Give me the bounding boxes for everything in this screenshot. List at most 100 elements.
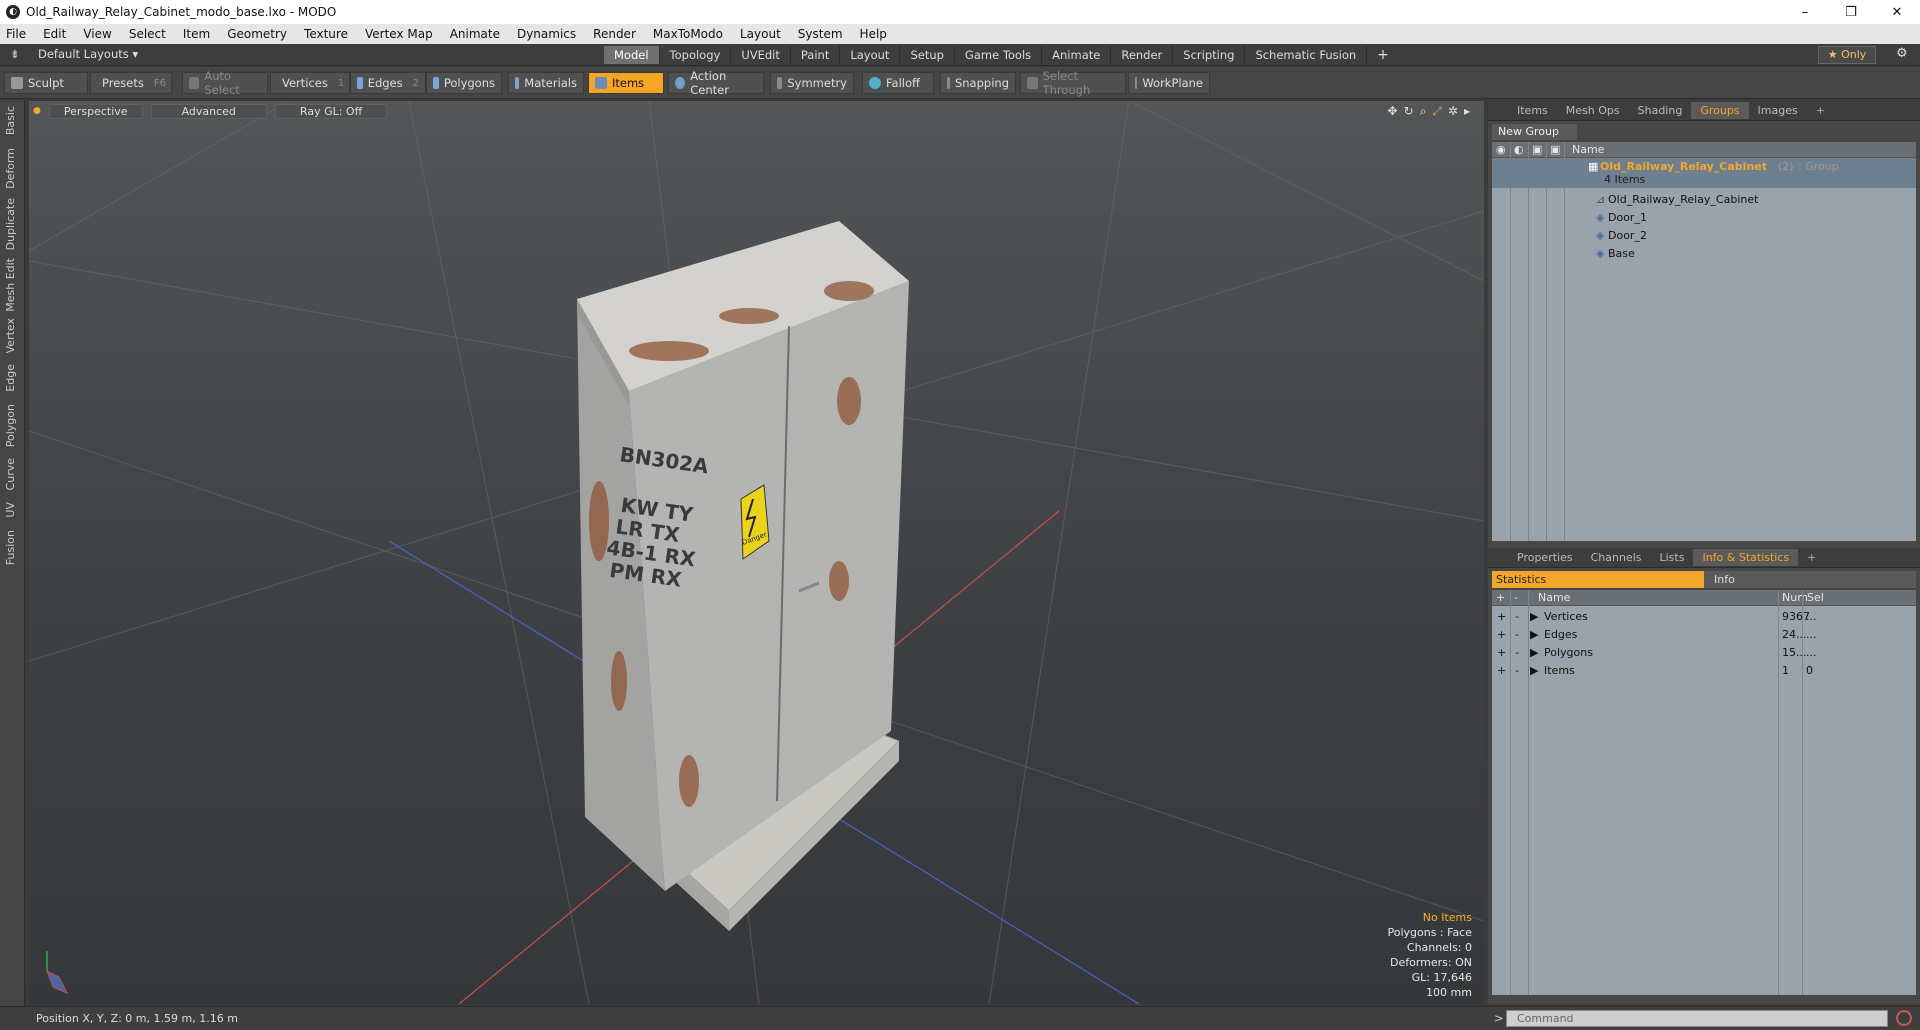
layout-collapse-icon[interactable]: ⇟ (10, 47, 20, 61)
stats-row-items[interactable]: + - ▶ Items 1 0 (1492, 662, 1916, 680)
stats-row-edges[interactable]: + - ▶ Edges 24... ... (1492, 626, 1916, 644)
new-group-button[interactable]: New Group (1492, 123, 1577, 140)
minimize-button[interactable]: – (1782, 0, 1828, 24)
group-row[interactable]: ▦ Old_Railway_Relay_Cabinet (2) : Group … (1492, 158, 1916, 188)
fit-icon[interactable]: ⤢ (1432, 104, 1442, 119)
tab-groups[interactable]: Groups (1691, 102, 1749, 119)
tab-shading[interactable]: Shading (1629, 102, 1692, 119)
raygl-toggle[interactable]: Ray GL: Off (274, 103, 388, 119)
3d-viewport[interactable]: BN302A KW TY LR TX 4B-1 RX PM RX Danger … (29, 101, 1484, 1004)
menu-vertex-map[interactable]: Vertex Map (365, 27, 433, 41)
menu-help[interactable]: Help (860, 27, 887, 41)
stats-name-header[interactable]: Name (1538, 591, 1570, 604)
tab-items[interactable]: Items (1508, 102, 1557, 119)
disclosure-icon[interactable]: ▶ (1530, 646, 1538, 659)
pan-icon[interactable]: ✥ (1387, 104, 1397, 119)
action-center-button[interactable]: Action Center (668, 69, 764, 97)
select-through-button[interactable]: Select Through (1020, 69, 1126, 97)
close-button[interactable]: ✕ (1874, 0, 1920, 24)
tab-render[interactable]: Render (1111, 46, 1174, 64)
stats-num-header[interactable]: Num (1782, 591, 1808, 604)
menu-edit[interactable]: Edit (43, 27, 66, 41)
falloff-button[interactable]: Falloff (862, 72, 934, 94)
symmetry-button[interactable]: Symmetry (770, 72, 854, 94)
layout-dropdown[interactable]: Default Layouts ▾ (38, 47, 138, 61)
items-button[interactable]: Items (588, 72, 664, 94)
select-col-icon[interactable]: ▣ (1550, 143, 1560, 156)
vertices-button[interactable]: Vertices 1 (270, 72, 350, 94)
zoom-icon[interactable]: ⌕ (1420, 104, 1427, 119)
disclosure-icon[interactable]: ▶ (1530, 610, 1538, 623)
workplane-button[interactable]: WorkPlane (1128, 72, 1210, 94)
relay-cabinet-model[interactable]: BN302A KW TY LR TX 4B-1 RX PM RX Danger (577, 221, 909, 931)
lefttab-deform[interactable]: Deform (4, 148, 17, 189)
collapse-icon[interactable]: - (1515, 664, 1519, 677)
presets-button[interactable]: Presets F6 (90, 72, 172, 94)
tab-info-statistics[interactable]: Info & Statistics (1693, 549, 1799, 566)
lock-col-icon[interactable]: ▣ (1532, 143, 1542, 156)
stats-sel-header[interactable]: Sel (1807, 591, 1824, 604)
collapse-icon[interactable]: - (1515, 610, 1519, 623)
lefttab-mesh-edit[interactable]: Mesh Edit (4, 258, 17, 312)
expand-icon[interactable]: + (1497, 646, 1506, 659)
menu-view[interactable]: View (83, 27, 111, 41)
menu-dynamics[interactable]: Dynamics (517, 27, 576, 41)
expand-icon[interactable]: + (1497, 628, 1506, 641)
tab-topology[interactable]: Topology (660, 46, 732, 64)
stats-row-polygons[interactable]: + - ▶ Polygons 15... ... (1492, 644, 1916, 662)
sculpt-button[interactable]: Sculpt (4, 72, 88, 94)
tree-item[interactable]: ◈ Base (1492, 246, 1916, 264)
name-column-header[interactable]: Name (1572, 143, 1604, 156)
disclosure-icon[interactable]: ▶ (1530, 628, 1538, 641)
render-col-icon[interactable]: ◐ (1514, 143, 1524, 156)
tree-item[interactable]: ⊿ Old_Railway_Relay_Cabinet (1492, 192, 1916, 210)
statistics-tab[interactable]: Statistics (1492, 571, 1704, 588)
menu-layout[interactable]: Layout (740, 27, 781, 41)
only-toggle[interactable]: ★ Only (1818, 46, 1876, 64)
tab-mesh-ops[interactable]: Mesh Ops (1557, 102, 1629, 119)
menu-file[interactable]: File (6, 27, 26, 41)
expand-icon[interactable]: + (1497, 664, 1506, 677)
visibility-col-icon[interactable]: ◉ (1496, 143, 1506, 156)
tab-layout[interactable]: Layout (840, 46, 901, 64)
lefttab-fusion[interactable]: Fusion (4, 530, 17, 565)
collapse-icon[interactable]: - (1515, 628, 1519, 641)
disclosure-icon[interactable]: ▶ (1530, 664, 1538, 677)
edges-button[interactable]: Edges 2 (350, 72, 426, 94)
tab-game-tools[interactable]: Game Tools (955, 46, 1043, 64)
lefttab-basic[interactable]: Basic (4, 106, 17, 135)
shading-mode-dropdown[interactable]: Advanced (150, 103, 267, 119)
menu-item[interactable]: Item (183, 27, 210, 41)
menu-texture[interactable]: Texture (304, 27, 348, 41)
tab-paint[interactable]: Paint (791, 46, 841, 64)
lefttab-uv[interactable]: UV (4, 502, 17, 518)
lefttab-polygon[interactable]: Polygon (4, 404, 17, 447)
lefttab-vertex[interactable]: Vertex (4, 318, 17, 353)
menu-animate[interactable]: Animate (450, 27, 500, 41)
viewport-dot-icon[interactable]: ● (33, 106, 41, 116)
add-tab-button[interactable]: + (1367, 46, 1399, 64)
polygons-button[interactable]: Polygons (426, 72, 502, 94)
tab-model[interactable]: Model (604, 46, 660, 64)
menu-geometry[interactable]: Geometry (227, 27, 287, 41)
settings-icon[interactable]: ✲ (1448, 104, 1458, 119)
view-type-dropdown[interactable]: Perspective (48, 103, 143, 119)
menu-system[interactable]: System (798, 27, 843, 41)
more-arrow-icon[interactable]: ▸ (1464, 104, 1470, 119)
lefttab-duplicate[interactable]: Duplicate (4, 198, 17, 250)
materials-button[interactable]: Materials (508, 72, 584, 94)
lefttab-edge[interactable]: Edge (4, 364, 17, 392)
info-tab[interactable]: Info (1704, 571, 1916, 588)
tab-animate[interactable]: Animate (1042, 46, 1112, 64)
auto-select-button[interactable]: Auto Select (182, 69, 268, 97)
tab-setup[interactable]: Setup (900, 46, 955, 64)
tab-uvedit[interactable]: UVEdit (731, 46, 791, 64)
tab-channels[interactable]: Channels (1582, 549, 1651, 566)
add-panel-tab-icon[interactable]: + (1807, 102, 1834, 119)
collapse-icon[interactable]: - (1515, 646, 1519, 659)
tree-item[interactable]: ◈ Door_1 (1492, 210, 1916, 228)
tab-properties[interactable]: Properties (1508, 549, 1582, 566)
gear-icon[interactable]: ⚙ (1896, 46, 1908, 61)
maximize-button[interactable]: ❐ (1828, 0, 1874, 24)
tab-lists[interactable]: Lists (1651, 549, 1694, 566)
